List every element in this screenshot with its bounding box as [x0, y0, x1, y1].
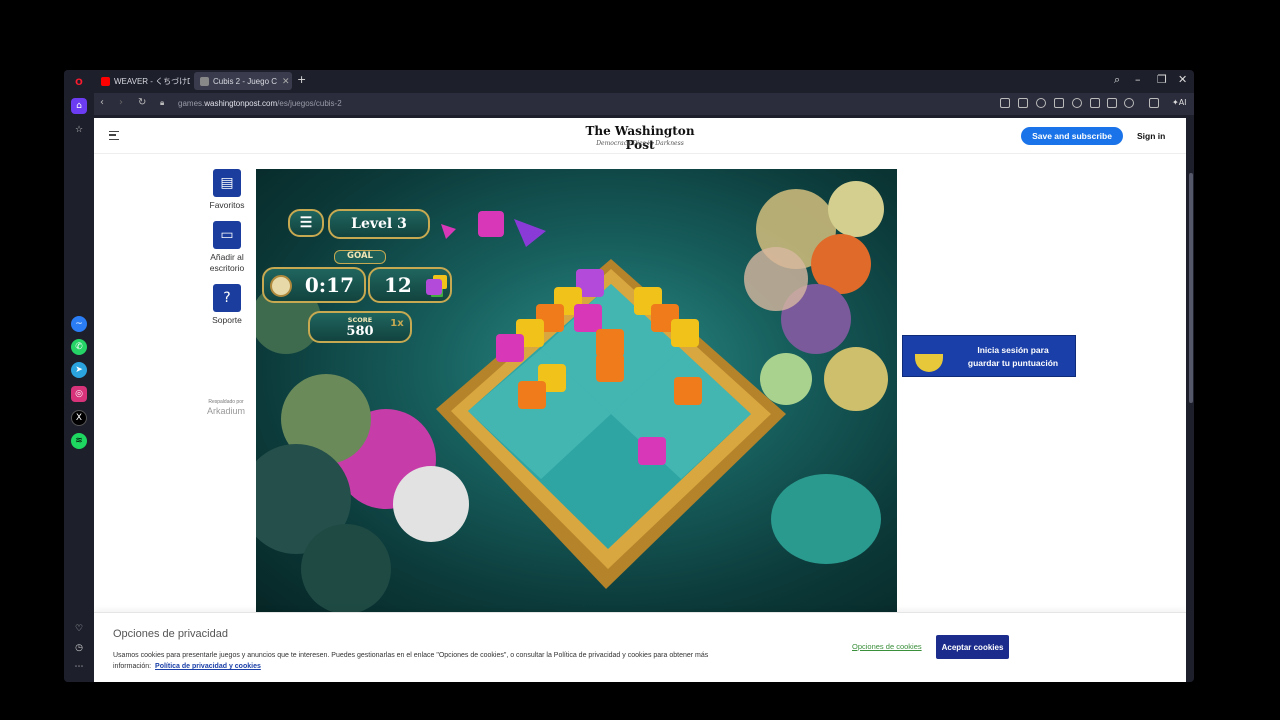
level-indicator: Level 3 [328, 209, 430, 239]
reload-icon[interactable]: ↻ [138, 97, 146, 108]
cube-cluster-icon [426, 279, 442, 295]
accept-cookies-button[interactable]: Aceptar cookies [936, 635, 1009, 659]
trophy-icon [915, 354, 943, 372]
shield-icon[interactable] [1036, 98, 1046, 108]
ai-button[interactable]: ✦AI [1172, 98, 1187, 107]
scrollbar-thumb[interactable] [1189, 173, 1193, 403]
support-tool[interactable]: ? Soporte [197, 284, 257, 326]
timer-value: 0:17 [304, 273, 354, 297]
signin-save-score-banner[interactable]: Inicia sesión para guardar tu puntuación [902, 335, 1076, 377]
youtube-icon [101, 76, 110, 86]
support-label: Soporte [212, 315, 242, 325]
close-window-icon[interactable]: ✕ [1178, 73, 1187, 86]
score-label: SCORE [347, 315, 373, 324]
url-path: /es/juegos/cubis-2 [277, 99, 342, 108]
url-domain: washingtonpost.com [204, 99, 278, 108]
tab-label: WEAVER - くちづけDiam [114, 76, 190, 86]
tab-weaver[interactable]: WEAVER - くちづけDiam [95, 72, 190, 90]
help-icon: ? [213, 284, 241, 312]
camera-icon[interactable] [1018, 98, 1028, 108]
signin-banner-line1: Inicia sesión para [977, 345, 1049, 355]
profile-icon[interactable] [1124, 98, 1134, 108]
x-twitter-icon[interactable]: X [71, 410, 87, 426]
signin-banner-line2: guardar tu puntuación [967, 358, 1059, 368]
web-page: The Washington Post Democracy Dies in Da… [94, 118, 1186, 682]
heart-icon[interactable]: ♡ [71, 621, 87, 637]
favorites-tool[interactable]: ▤ Favoritos [197, 169, 257, 211]
bookmarks-star-icon[interactable]: ☆ [71, 122, 87, 138]
whatsapp-icon[interactable]: ✆ [71, 339, 87, 355]
powered-by-label: Respaldado por [208, 399, 244, 405]
maximize-icon[interactable]: ❐ [1157, 73, 1167, 86]
telegram-icon[interactable]: ➤ [71, 362, 87, 378]
add-to-desktop-tool[interactable]: ▭ Añadir al escritorio [197, 221, 257, 274]
monitor-icon: ▭ [213, 221, 241, 249]
ai-label: AI [1178, 98, 1187, 107]
play-icon[interactable] [1054, 98, 1064, 108]
site-header: The Washington Post Democracy Dies in Da… [94, 118, 1186, 154]
edit-icon[interactable] [1000, 98, 1010, 108]
multiplier-badge: 1x [390, 318, 404, 329]
menu-lines-icon[interactable] [1107, 98, 1117, 108]
goal-label: GOAL [334, 250, 386, 264]
menu-icon[interactable] [109, 131, 119, 140]
arkadium-logo[interactable]: Arkadium [196, 406, 256, 416]
heart-toolbar-icon[interactable] [1072, 98, 1082, 108]
more-dots-icon[interactable]: ⋯ [71, 659, 87, 675]
messenger-icon[interactable]: ~ [71, 316, 87, 332]
signin-banner-text: Inicia sesión para guardar tu puntuación [953, 344, 1073, 370]
score-value: 580 [346, 323, 374, 339]
add-to-desktop-label: Añadir al escritorio [209, 252, 245, 273]
spotify-icon[interactable]: ≋ [71, 433, 87, 449]
page-scrollbar[interactable] [1188, 118, 1194, 682]
browser-sidebar: O ⌂ ☆ ~ ✆ ➤ ◎ X ≋ ♡ ◷ ⋯ [64, 70, 94, 682]
extensions-cube-icon[interactable] [1149, 98, 1159, 108]
lock-icon: 🔒︎ [160, 98, 165, 107]
wp-favicon-icon [200, 76, 209, 86]
document-icon: ▤ [213, 169, 241, 197]
sign-in-link[interactable]: Sign in [1137, 131, 1165, 141]
search-tabs-icon[interactable]: ⌕ [1114, 73, 1120, 87]
cookie-title: Opciones de privacidad [113, 628, 228, 640]
back-icon[interactable]: ‹ [100, 97, 104, 108]
forward-icon[interactable]: › [119, 97, 123, 108]
cookie-banner: Opciones de privacidad Usamos cookies pa… [94, 612, 1186, 682]
url-field[interactable]: games.washingtonpost.com/es/juegos/cubis… [178, 99, 342, 108]
cookie-text: Usamos cookies para presentarle juegos y… [113, 650, 713, 672]
timer-display: 0:17 [262, 267, 366, 303]
history-clock-icon[interactable]: ◷ [71, 640, 87, 656]
url-prefix: games. [178, 99, 205, 108]
site-logo[interactable]: The Washington Post [584, 124, 696, 152]
stopwatch-icon [270, 275, 292, 297]
browser-window: O ⌂ ☆ ~ ✆ ➤ ◎ X ≋ ♡ ◷ ⋯ WEAVER - くちづけDia… [64, 70, 1194, 682]
goal-count-display: 12 [368, 267, 452, 303]
goal-count: 12 [384, 273, 412, 297]
download-icon[interactable] [1090, 98, 1100, 108]
game-canvas[interactable]: ☰ Level 3 GOAL 0:17 12 SCORE 580 1x [256, 169, 897, 612]
site-tagline: Democracy Dies in Darkness [596, 140, 684, 147]
privacy-policy-link[interactable]: Política de privacidad y cookies [155, 663, 261, 670]
tab-bar: WEAVER - くちづけDiam Cubis 2 - Juego C ✕ + … [94, 70, 1194, 92]
minimize-icon[interactable]: – [1135, 73, 1141, 86]
subscribe-button[interactable]: Save and subscribe [1021, 127, 1123, 145]
instagram-icon[interactable]: ◎ [71, 386, 87, 402]
menu-list-button[interactable]: ☰ [288, 209, 324, 237]
home-icon[interactable]: ⌂ [71, 98, 87, 114]
address-bar: ‹ › ↻ 🔒︎ games.washingtonpost.com/es/jue… [94, 93, 1194, 115]
opera-logo-icon[interactable]: O [71, 75, 87, 91]
favorites-label: Favoritos [209, 200, 245, 210]
tab-cubis[interactable]: Cubis 2 - Juego C ✕ [194, 72, 292, 90]
cookie-options-link[interactable]: Opciones de cookies [852, 642, 922, 651]
tab-label: Cubis 2 - Juego C [213, 76, 278, 86]
close-tab-icon[interactable]: ✕ [282, 76, 290, 87]
new-tab-icon[interactable]: + [297, 73, 306, 86]
